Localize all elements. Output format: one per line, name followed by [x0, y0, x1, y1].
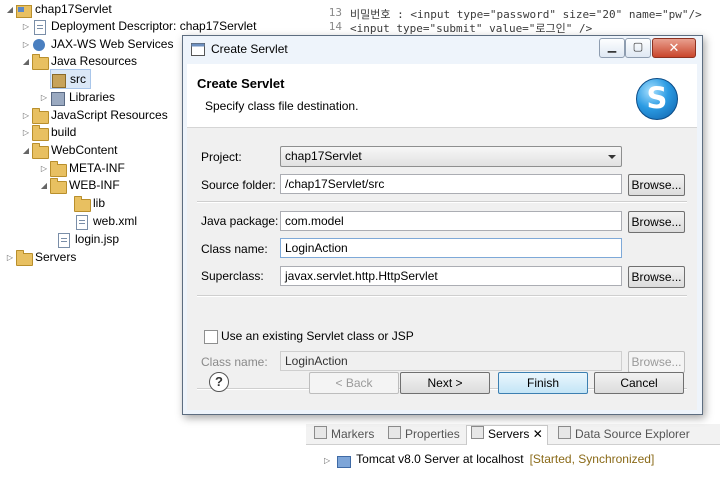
- source-folder-label: Source folder:: [201, 178, 276, 192]
- browse-existing-class-button: Browse...: [628, 351, 685, 373]
- separator: [197, 201, 687, 203]
- tree-item-web-inf[interactable]: ◢ WEB-INF: [38, 176, 120, 194]
- browse-source-folder-button[interactable]: Browse...: [628, 174, 685, 196]
- separator: [197, 295, 687, 297]
- project-combo[interactable]: chap17Servlet: [280, 146, 622, 167]
- code-line: <input type="submit" value="로그인" />: [350, 22, 593, 35]
- existing-class-name-field: LoginAction: [280, 351, 622, 371]
- tree-item-javascript-resources[interactable]: ▷ JavaScript Resources: [20, 106, 168, 124]
- collapsed-arrow-icon[interactable]: ▷: [324, 456, 330, 465]
- maximize-button[interactable]: ▢: [625, 38, 651, 58]
- collapsed-arrow-icon[interactable]: ▷: [20, 18, 32, 36]
- tree-item-src[interactable]: src: [50, 69, 91, 89]
- source-folder-field[interactable]: /chap17Servlet/src: [280, 174, 622, 194]
- tree-item-servers[interactable]: ▷ Servers: [4, 248, 76, 266]
- project-label: Project:: [201, 150, 242, 164]
- back-button: < Back: [309, 372, 399, 394]
- java-package-label: Java package:: [201, 214, 279, 228]
- project-icon: [16, 3, 32, 18]
- collapsed-arrow-icon[interactable]: ▷: [20, 124, 32, 142]
- java-package-field[interactable]: com.model: [280, 211, 622, 231]
- collapsed-arrow-icon[interactable]: ▷: [4, 249, 16, 267]
- tree-item-login-jsp[interactable]: login.jsp: [56, 230, 119, 248]
- wizard-header: Create Servlet Specify class file destin…: [187, 64, 697, 128]
- tab-properties[interactable]: Properties: [388, 426, 460, 442]
- jsp-file-icon: [56, 232, 72, 248]
- browse-superclass-button[interactable]: Browse...: [628, 266, 685, 288]
- browse-package-button[interactable]: Browse...: [628, 211, 685, 233]
- tree-item-libraries[interactable]: ▷ Libraries: [38, 88, 115, 106]
- dialog-title-bar[interactable]: Create Servlet ▁ ▢ ✕: [183, 36, 702, 64]
- superclass-field[interactable]: javax.servlet.http.HttpServlet: [280, 266, 622, 286]
- class-name-label: Class name:: [201, 242, 268, 256]
- folder-icon: [50, 177, 67, 194]
- libraries-icon: [50, 91, 66, 106]
- tree-item-webcontent[interactable]: ◢ WebContent: [20, 141, 118, 159]
- tab-data-source-explorer[interactable]: Data Source Explorer: [558, 426, 690, 442]
- wizard-description: Specify class file destination.: [205, 99, 359, 113]
- dialog-window-title: Create Servlet: [211, 42, 288, 56]
- expanded-arrow-icon[interactable]: ◢: [20, 142, 32, 160]
- tree-item-lib[interactable]: lib: [74, 194, 105, 212]
- next-button[interactable]: Next >: [400, 372, 490, 394]
- cancel-button[interactable]: Cancel: [594, 372, 684, 394]
- code-editor[interactable]: 13 비밀번호 : <input type="password" size="2…: [306, 0, 720, 35]
- tree-item-jaxws[interactable]: ▷ JAX-WS Web Services: [20, 35, 174, 53]
- help-button[interactable]: ?: [209, 372, 229, 392]
- java-resources-icon: [32, 53, 49, 70]
- dropdown-arrow-icon: [608, 155, 616, 159]
- close-icon: ✕: [668, 40, 680, 55]
- tree-item-meta-inf[interactable]: ▷ META-INF: [38, 159, 125, 177]
- minimize-button[interactable]: ▁: [599, 38, 625, 58]
- create-servlet-dialog: Create Servlet ▁ ▢ ✕ Create Servlet Spec…: [182, 35, 703, 415]
- maximize-icon: ▢: [632, 41, 644, 53]
- collapsed-arrow-icon[interactable]: ▷: [38, 89, 50, 107]
- descriptor-icon: [32, 19, 48, 35]
- class-name-field[interactable]: LoginAction: [280, 238, 622, 258]
- folder-icon: [74, 195, 91, 212]
- tree-item-web-xml[interactable]: web.xml: [74, 212, 137, 230]
- close-tab-icon[interactable]: ✕: [533, 427, 543, 441]
- server-row[interactable]: ▷ Tomcat v8.0 Server at localhost [Started…: [324, 450, 654, 468]
- web-services-icon: [32, 38, 48, 52]
- bottom-views-panel: Markers Properties Servers ✕ Data Source…: [306, 424, 720, 490]
- tree-item-project[interactable]: ◢ chap17Servlet: [4, 0, 112, 18]
- tab-markers[interactable]: Markers: [314, 426, 374, 442]
- properties-icon: [388, 426, 401, 439]
- wizard-title: Create Servlet: [197, 76, 285, 91]
- servlet-wizard-logo-icon: S: [636, 78, 678, 120]
- line-number: 14: [328, 20, 342, 33]
- folder-icon: [32, 124, 49, 141]
- help-icon: ?: [215, 374, 223, 389]
- use-existing-checkbox[interactable]: [204, 330, 218, 344]
- use-existing-label: Use an existing Servlet class or JSP: [221, 329, 414, 343]
- line-number: 13: [328, 6, 342, 19]
- folder-icon: [16, 249, 33, 266]
- existing-class-name-label: Class name:: [201, 355, 268, 369]
- view-tab-bar: Markers Properties Servers ✕ Data Source…: [306, 424, 720, 445]
- dialog-client-area: Create Servlet Specify class file destin…: [187, 64, 697, 410]
- eclipse-window-icon: [191, 43, 205, 56]
- tree-item-java-resources[interactable]: ◢ Java Resources: [20, 52, 137, 70]
- close-button[interactable]: ✕: [652, 38, 696, 58]
- tab-servers[interactable]: Servers ✕: [466, 425, 548, 445]
- expanded-arrow-icon[interactable]: ◢: [4, 1, 16, 19]
- javascript-icon: [32, 107, 49, 124]
- tree-item-build[interactable]: ▷ build: [20, 123, 76, 141]
- expanded-arrow-icon[interactable]: ◢: [20, 53, 32, 71]
- expanded-arrow-icon[interactable]: ◢: [38, 177, 50, 195]
- tomcat-server-icon: [336, 454, 352, 468]
- servers-icon: [471, 426, 484, 439]
- tree-item-deployment-descriptor[interactable]: ▷ Deployment Descriptor: chap17Servlet: [20, 17, 256, 35]
- folder-icon: [50, 160, 67, 177]
- source-package-icon: [51, 73, 67, 88]
- markers-icon: [314, 426, 327, 439]
- folder-icon: [32, 142, 49, 159]
- superclass-label: Superclass:: [201, 269, 264, 283]
- minimize-icon: ▁: [607, 41, 617, 53]
- data-source-icon: [558, 426, 571, 439]
- finish-button[interactable]: Finish: [498, 372, 588, 394]
- xml-file-icon: [74, 214, 90, 230]
